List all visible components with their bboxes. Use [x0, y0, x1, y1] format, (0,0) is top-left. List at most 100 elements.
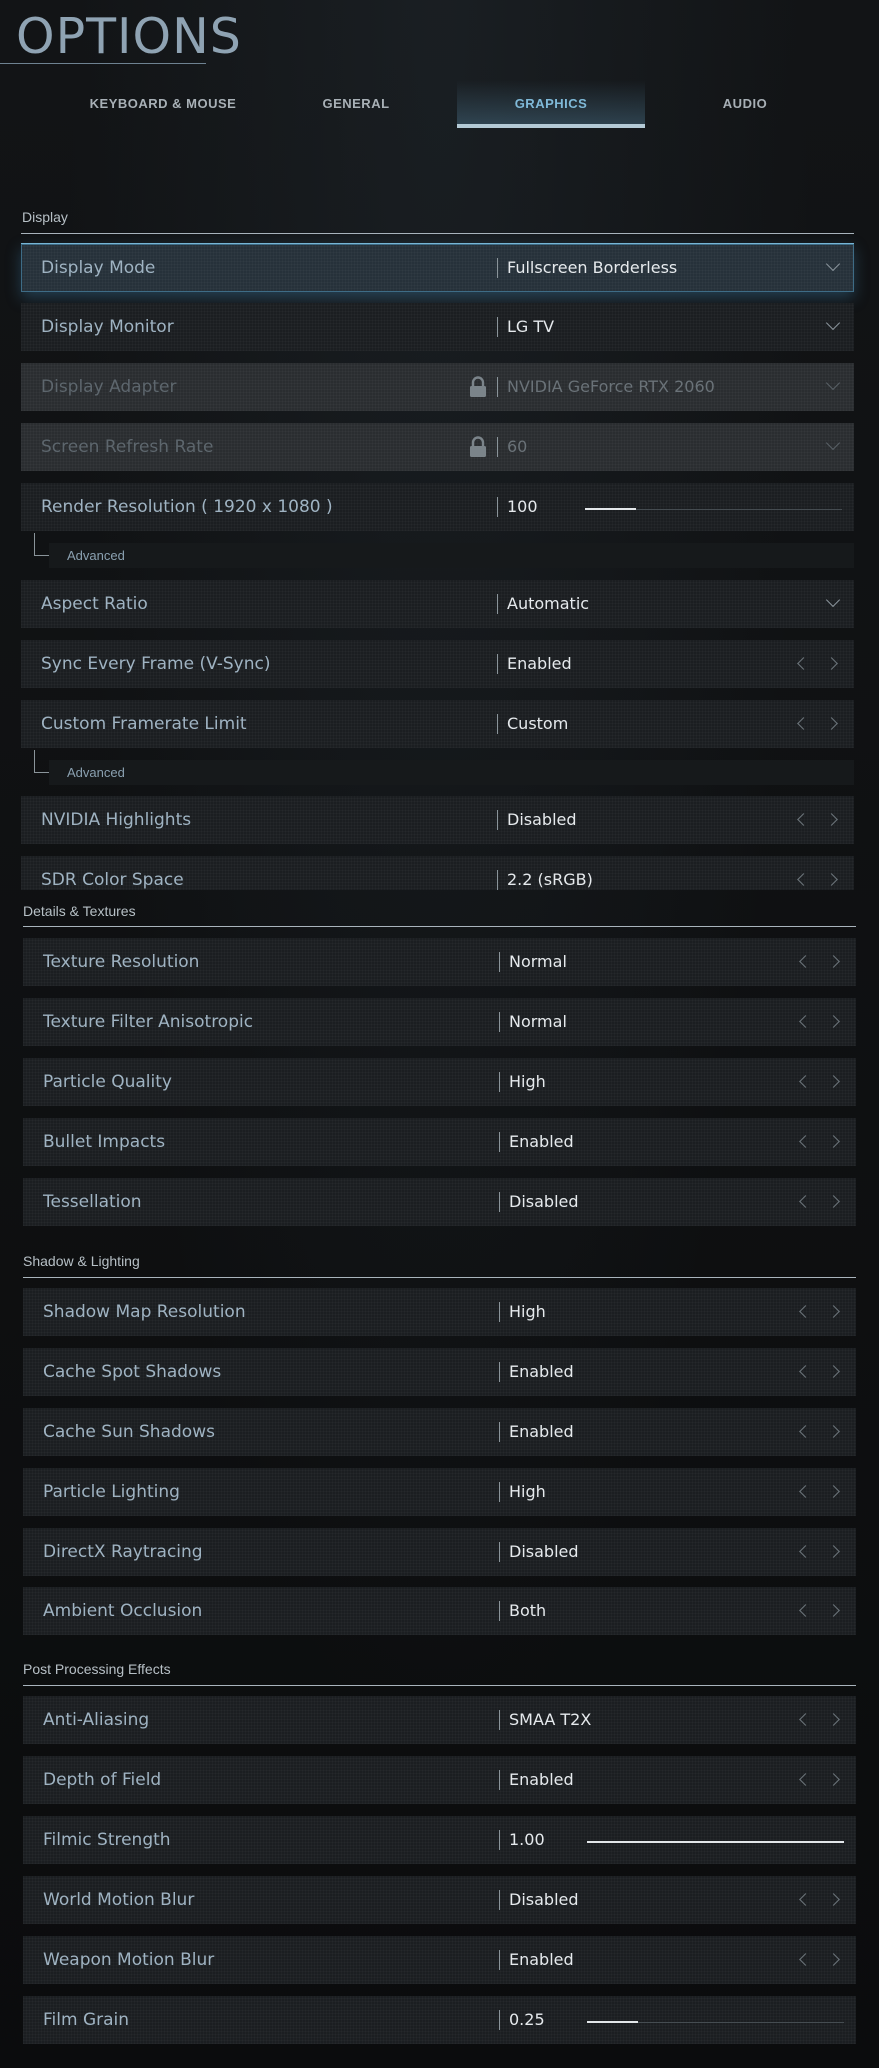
chevron-right-icon[interactable] [827, 1713, 840, 1726]
setting-label: Cache Sun Shadows [43, 1422, 215, 1442]
setting-label: World Motion Blur [43, 1890, 195, 1910]
tab-keyboard-mouse[interactable]: KEYBOARD & MOUSE [66, 80, 260, 128]
setting-row-particle-lighting[interactable]: Particle Lighting High [23, 1468, 856, 1516]
setting-row-cache-spot-shadows[interactable]: Cache Spot Shadows Enabled [23, 1348, 856, 1396]
row-divider [499, 1302, 500, 1322]
chevron-right-icon[interactable] [827, 1015, 840, 1028]
chevron-right-icon[interactable] [827, 955, 840, 968]
lock-icon [470, 376, 486, 397]
setting-row-aspect-ratio[interactable]: Aspect Ratio Automatic [21, 580, 854, 628]
setting-label: NVIDIA Highlights [41, 810, 192, 830]
setting-row-texture-filter-anisotropic[interactable]: Texture Filter Anisotropic Normal [23, 998, 856, 1046]
setting-value: Custom [507, 714, 569, 733]
setting-label: Display Adapter [41, 377, 177, 397]
chevron-left-icon[interactable] [797, 813, 810, 826]
chevron-right-icon[interactable] [827, 1305, 840, 1318]
setting-value: SMAA T2X [509, 1710, 592, 1729]
setting-row-shadow-map-resolution[interactable]: Shadow Map Resolution High [23, 1288, 856, 1336]
chevron-left-icon[interactable] [799, 1015, 812, 1028]
chevron-down-icon[interactable] [825, 256, 841, 272]
setting-value: LG TV [507, 317, 555, 336]
row-divider [497, 497, 498, 517]
setting-row-bullet-impacts[interactable]: Bullet Impacts Enabled [23, 1118, 856, 1166]
setting-row-depth-of-field[interactable]: Depth of Field Enabled [23, 1756, 856, 1804]
chevron-right-icon[interactable] [827, 1365, 840, 1378]
chevron-left-icon[interactable] [799, 1713, 812, 1726]
chevron-left-icon[interactable] [799, 1195, 812, 1208]
setting-row-vsync[interactable]: Sync Every Frame (V-Sync) Enabled [21, 640, 854, 688]
slider-fill[interactable] [587, 2021, 638, 2023]
setting-row-texture-resolution[interactable]: Texture Resolution Normal [23, 938, 856, 986]
chevron-left-icon[interactable] [799, 1604, 812, 1617]
chevron-down-icon[interactable] [825, 592, 841, 608]
chevron-right-icon[interactable] [827, 1425, 840, 1438]
chevron-down-icon[interactable] [825, 315, 841, 331]
chevron-left-icon[interactable] [799, 1425, 812, 1438]
chevron-right-icon[interactable] [827, 1604, 840, 1617]
setting-value: Disabled [507, 810, 577, 829]
chevron-right-icon[interactable] [825, 717, 838, 730]
setting-value: Both [509, 1601, 547, 1620]
chevron-right-icon[interactable] [827, 1773, 840, 1786]
chevron-left-icon[interactable] [799, 1485, 812, 1498]
chevron-right-icon[interactable] [827, 1953, 840, 1966]
chevron-right-icon[interactable] [827, 1075, 840, 1088]
setting-label: Shadow Map Resolution [43, 1302, 246, 1322]
advanced-link[interactable]: Advanced [49, 543, 854, 568]
chevron-left-icon[interactable] [799, 1893, 812, 1906]
setting-row-filmic-strength[interactable]: Filmic Strength 1.00 [23, 1816, 856, 1864]
chevron-left-icon[interactable] [799, 1773, 812, 1786]
setting-row-nvidia-highlights[interactable]: NVIDIA Highlights Disabled [21, 796, 854, 844]
setting-row-tessellation[interactable]: Tessellation Disabled [23, 1178, 856, 1226]
setting-row-render-resolution[interactable]: Render Resolution ( 1920 x 1080 ) 100 [21, 483, 854, 531]
setting-label: Cache Spot Shadows [43, 1362, 222, 1382]
chevron-left-icon[interactable] [799, 1953, 812, 1966]
chevron-right-icon[interactable] [827, 1893, 840, 1906]
setting-row-sdr-color-space[interactable]: SDR Color Space 2.2 (sRGB) [21, 856, 854, 890]
setting-label: Ambient Occlusion [43, 1601, 203, 1621]
setting-row-particle-quality[interactable]: Particle Quality High [23, 1058, 856, 1106]
setting-row-ambient-occlusion[interactable]: Ambient Occlusion Both [23, 1587, 856, 1635]
row-divider [499, 1072, 500, 1092]
setting-row-custom-framerate-limit[interactable]: Custom Framerate Limit Custom [21, 700, 854, 748]
row-divider [499, 2010, 500, 2030]
setting-row-weapon-motion-blur[interactable]: Weapon Motion Blur Enabled [23, 1936, 856, 1984]
advanced-link[interactable]: Advanced [49, 760, 854, 785]
setting-row-world-motion-blur[interactable]: World Motion Blur Disabled [23, 1876, 856, 1924]
chevron-left-icon[interactable] [797, 657, 810, 670]
tab-audio[interactable]: AUDIO [652, 80, 838, 128]
chevron-left-icon[interactable] [799, 1545, 812, 1558]
setting-row-display-mode[interactable]: Display Mode Fullscreen Borderless [21, 243, 854, 292]
chevron-left-icon[interactable] [799, 1305, 812, 1318]
chevron-right-icon[interactable] [825, 873, 838, 886]
chevron-left-icon[interactable] [797, 873, 810, 886]
chevron-left-icon[interactable] [799, 1075, 812, 1088]
chevron-right-icon[interactable] [827, 1485, 840, 1498]
chevron-right-icon[interactable] [825, 813, 838, 826]
slider-fill[interactable] [587, 1841, 844, 1843]
chevron-left-icon[interactable] [799, 1365, 812, 1378]
setting-label: Film Grain [43, 2010, 130, 2030]
setting-row-anti-aliasing[interactable]: Anti-Aliasing SMAA T2X [23, 1696, 856, 1744]
scroll-clip: SDR Color Space 2.2 (sRGB) [21, 856, 854, 890]
row-divider [499, 1542, 500, 1562]
setting-row-film-grain[interactable]: Film Grain 0.25 [23, 1996, 856, 2044]
setting-row-directx-raytracing[interactable]: DirectX Raytracing Disabled [23, 1528, 856, 1576]
setting-row-cache-sun-shadows[interactable]: Cache Sun Shadows Enabled [23, 1408, 856, 1456]
setting-value: High [509, 1482, 546, 1501]
chevron-right-icon[interactable] [827, 1545, 840, 1558]
tab-general[interactable]: GENERAL [262, 80, 450, 128]
chevron-right-icon[interactable] [825, 657, 838, 670]
chevron-left-icon[interactable] [799, 1135, 812, 1148]
tab-graphics[interactable]: GRAPHICS [457, 80, 645, 128]
chevron-left-icon[interactable] [797, 717, 810, 730]
row-divider [499, 1012, 500, 1032]
row-divider [497, 377, 498, 397]
chevron-right-icon[interactable] [827, 1195, 840, 1208]
slider-fill[interactable] [585, 508, 636, 510]
setting-value: Normal [509, 952, 567, 971]
setting-value: High [509, 1072, 546, 1091]
chevron-right-icon[interactable] [827, 1135, 840, 1148]
setting-row-display-monitor[interactable]: Display Monitor LG TV [21, 303, 854, 351]
chevron-left-icon[interactable] [799, 955, 812, 968]
